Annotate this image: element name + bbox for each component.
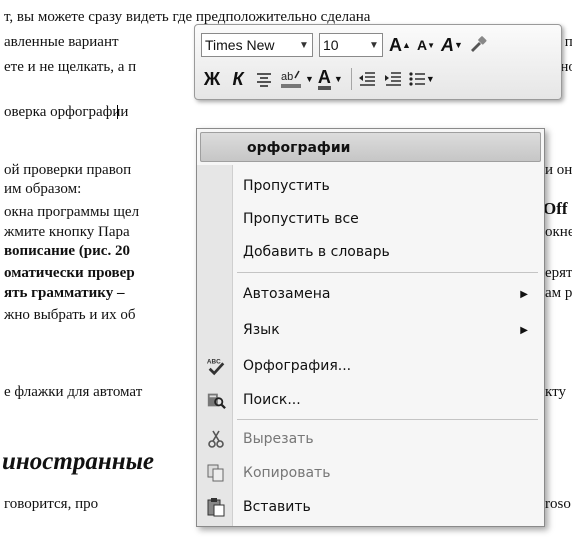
doc-line: жно выбрать и их об xyxy=(4,307,136,323)
text-caret xyxy=(117,105,118,119)
menu-item-spelling[interactable]: ABC Орфография... xyxy=(197,351,544,381)
grow-font-icon: A xyxy=(389,34,403,55)
doc-heading: иностранные xyxy=(2,448,155,475)
menu-item-label: Вырезать xyxy=(243,431,314,447)
bullets-icon xyxy=(409,72,425,86)
menu-separator xyxy=(237,419,538,420)
menu-item-cut[interactable]: Вырезать xyxy=(197,424,544,454)
italic-button[interactable]: К xyxy=(227,66,249,92)
menu-item-label: Поиск... xyxy=(243,392,301,408)
highlight-icon: ab xyxy=(281,70,301,88)
toolbar-row-2: Ж К ab ▼ A ▼ ▼ xyxy=(201,64,439,94)
increase-indent-button[interactable] xyxy=(382,66,404,92)
doc-line: жмите кнопку Пара xyxy=(4,224,130,240)
font-size-value: 10 xyxy=(323,37,339,53)
spelling-suggestion[interactable]: орфографии xyxy=(200,132,541,162)
doc-fragment: окне xyxy=(545,224,572,240)
doc-line: авленные вариант xyxy=(4,34,119,50)
font-size-combo[interactable]: 10 ▼ xyxy=(319,33,383,57)
chevron-down-icon[interactable]: ▼ xyxy=(334,74,343,84)
align-center-button[interactable] xyxy=(253,66,275,92)
shrink-font-icon: A xyxy=(416,37,428,53)
doc-line: ой проверки правоп xyxy=(4,162,132,178)
styles-button[interactable]: A ▼ xyxy=(441,32,463,58)
submenu-arrow-icon: ▶ xyxy=(520,288,528,300)
menu-separator xyxy=(237,272,538,273)
doc-line-misspelled: оверка орфографии xyxy=(4,104,129,120)
menu-item-copy[interactable]: Копировать xyxy=(197,458,544,488)
menu-item-label: Копировать xyxy=(243,465,331,481)
spelling-icon: ABC xyxy=(206,356,226,376)
menu-item-label: Пропустить все xyxy=(243,211,359,227)
menu-item-label: Язык xyxy=(243,322,280,338)
doc-line: е флажки для автомат xyxy=(4,384,143,400)
chevron-down-icon[interactable]: ▼ xyxy=(426,74,435,84)
menu-item-label: Пропустить xyxy=(243,178,330,194)
decrease-indent-icon xyxy=(358,72,375,86)
doc-fragment: ерят xyxy=(545,265,572,281)
menu-item-research[interactable]: Поиск... xyxy=(197,385,544,415)
context-menu: орфографии Пропустить Пропустить все Доб… xyxy=(196,128,545,527)
doc-line: окна программы щел xyxy=(4,204,140,220)
chevron-down-icon[interactable]: ▼ xyxy=(366,40,382,51)
menu-item-label: Вставить xyxy=(243,499,311,515)
menu-item-ignore-all[interactable]: Пропустить все xyxy=(197,204,544,234)
menu-item-add-to-dictionary[interactable]: Добавить в словарь xyxy=(197,237,544,267)
font-name-value: Times New xyxy=(205,37,275,53)
font-name-combo[interactable]: Times New ▼ xyxy=(201,33,313,57)
toolbar-separator xyxy=(350,68,352,90)
svg-text:ABC: ABC xyxy=(207,358,221,365)
menu-item-label: Орфография... xyxy=(243,358,352,374)
cut-icon xyxy=(206,429,226,449)
doc-fragment: Off xyxy=(543,199,568,218)
increase-indent-icon xyxy=(384,72,401,86)
menu-item-ignore[interactable]: Пропустить xyxy=(197,171,544,201)
doc-fragment: и он xyxy=(545,162,572,178)
shrink-font-button[interactable]: A ▼ xyxy=(415,32,437,58)
doc-line: ете и не щелкать, а п xyxy=(4,59,137,75)
font-color-icon: A xyxy=(317,68,331,90)
doc-fragment: кту xyxy=(545,384,566,400)
mini-toolbar: Times New ▼ 10 ▼ A ▲ A ▼ A ▼ Ж К ab ▼ A ▼ xyxy=(194,24,562,100)
chevron-down-icon[interactable]: ▼ xyxy=(305,74,314,84)
doc-line: оматически провер xyxy=(4,265,135,281)
menu-item-label: Автозамена xyxy=(243,286,331,302)
format-painter-button[interactable] xyxy=(467,32,489,58)
doc-line: вописание (рис. 20 xyxy=(4,243,130,259)
svg-text:ab: ab xyxy=(281,71,293,83)
menu-item-paste[interactable]: Вставить xyxy=(197,492,544,522)
submenu-arrow-icon: ▶ xyxy=(520,324,528,336)
doc-line: говорится, про xyxy=(4,496,99,512)
doc-line: ять грамматику – xyxy=(4,285,125,301)
doc-fragment: ам р xyxy=(545,285,572,301)
highlight-button[interactable]: ab ▼ xyxy=(279,66,314,92)
grow-font-button[interactable]: A ▲ xyxy=(389,32,411,58)
styles-icon: A xyxy=(441,34,455,55)
copy-icon xyxy=(206,463,226,483)
bullets-button[interactable]: ▼ xyxy=(408,66,435,92)
font-color-button[interactable]: A ▼ xyxy=(317,66,343,92)
align-center-icon xyxy=(257,73,271,87)
research-icon xyxy=(206,390,226,410)
format-painter-icon xyxy=(471,36,487,52)
doc-line: им образом: xyxy=(4,181,82,197)
chevron-down-icon[interactable]: ▼ xyxy=(296,40,312,51)
menu-item-label: Добавить в словарь xyxy=(243,244,390,260)
decrease-indent-button[interactable] xyxy=(356,66,378,92)
paste-icon xyxy=(206,497,226,517)
bold-button[interactable]: Ж xyxy=(201,66,223,92)
toolbar-row-1: Times New ▼ 10 ▼ A ▲ A ▼ A ▼ xyxy=(201,30,493,60)
doc-fragment: roso xyxy=(545,496,571,512)
menu-item-autocorrect[interactable]: Автозамена ▶ xyxy=(197,279,544,309)
menu-item-language[interactable]: Язык ▶ xyxy=(197,315,544,345)
